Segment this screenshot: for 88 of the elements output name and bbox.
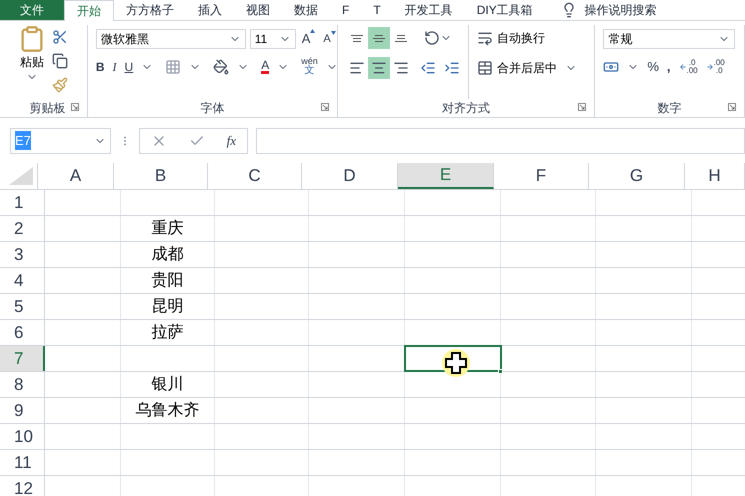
column-header[interactable]: H xyxy=(685,163,745,189)
row-header[interactable]: 9 xyxy=(0,398,45,423)
cell-text: 贵阳 xyxy=(152,270,184,290)
shrink-font-button[interactable]: A xyxy=(321,30,338,48)
row-header[interactable]: 4 xyxy=(0,268,45,293)
group-label: 数字 xyxy=(658,100,682,117)
column-header[interactable]: E xyxy=(398,163,494,189)
increase-indent-icon[interactable] xyxy=(444,60,460,76)
percent-button[interactable]: % xyxy=(647,57,659,76)
row-header[interactable]: 6 xyxy=(0,320,45,345)
ribbon-tab[interactable]: T xyxy=(361,0,393,20)
paste-button[interactable]: 粘贴 xyxy=(16,25,48,99)
dialog-launcher-icon[interactable] xyxy=(578,103,586,111)
cell-text: 银川 xyxy=(152,374,184,394)
wrap-text-icon xyxy=(476,30,493,46)
file-tab[interactable]: 文件 xyxy=(0,0,64,20)
row-header[interactable]: 2 xyxy=(0,216,45,241)
font-size-dropdown[interactable]: 11 xyxy=(250,29,296,49)
ribbon-tab[interactable]: 开发工具 xyxy=(392,0,465,20)
copy-icon[interactable] xyxy=(52,53,68,69)
horizontal-align-button[interactable] xyxy=(368,57,390,79)
ribbon-tab[interactable]: F xyxy=(330,0,362,20)
ribbon-tab[interactable]: 数据 xyxy=(282,0,330,20)
insert-function-button[interactable]: fx xyxy=(226,130,236,150)
down-arrow-icon xyxy=(330,30,336,35)
cell-text: 重庆 xyxy=(152,218,184,238)
group-label: 剪贴板 xyxy=(29,100,66,117)
wrap-text-button[interactable]: 自动换行 xyxy=(476,29,577,47)
phonetic-button[interactable]: wén 文 xyxy=(301,57,318,76)
italic-button[interactable]: I xyxy=(112,58,117,76)
row-header[interactable]: 3 xyxy=(0,242,45,267)
decrease-indent-icon[interactable] xyxy=(420,60,436,76)
ribbon-tab[interactable]: 方方格子 xyxy=(114,0,186,20)
column-header[interactable]: G xyxy=(589,163,685,189)
cut-icon[interactable] xyxy=(52,29,68,45)
grow-font-button[interactable]: A xyxy=(300,29,318,49)
tell-me-search[interactable]: 操作说明搜索 xyxy=(584,1,657,19)
triangle-icon xyxy=(9,167,33,185)
column-header[interactable]: F xyxy=(494,163,589,189)
font-color-button[interactable]: A xyxy=(261,59,270,74)
cell-text: 昆明 xyxy=(152,296,184,316)
increase-decimal-button[interactable]: .0 .00 xyxy=(678,58,698,75)
ribbon-tab[interactable]: 插入 xyxy=(186,0,234,20)
align-icon xyxy=(350,34,363,42)
column-header[interactable]: B xyxy=(114,163,208,189)
number-format-dropdown[interactable]: 常规 xyxy=(603,29,736,49)
orientation-icon[interactable] xyxy=(424,30,440,46)
fill-handle[interactable] xyxy=(498,369,503,374)
decrease-decimal-button[interactable]: .00 .0 xyxy=(706,58,725,75)
align-icon xyxy=(370,60,387,76)
cross-cursor-icon xyxy=(441,348,471,378)
ribbon-tab[interactable]: 视图 xyxy=(234,0,282,20)
cell-text: 拉萨 xyxy=(152,322,184,342)
align-icon xyxy=(392,60,409,76)
font-name-dropdown[interactable]: 微软雅黑 xyxy=(96,29,246,49)
vertical-align-button[interactable] xyxy=(368,27,390,49)
dialog-launcher-icon[interactable] xyxy=(728,103,736,111)
arrow-icon xyxy=(678,62,686,71)
ribbon-tab[interactable]: DIY工具箱 xyxy=(464,0,545,20)
group-label: 对齐方式 xyxy=(442,100,490,117)
row-header[interactable]: 7 xyxy=(0,346,45,371)
column-header[interactable]: A xyxy=(38,163,114,189)
cell-text: 乌鲁木齐 xyxy=(136,400,200,420)
row-header[interactable]: 11 xyxy=(0,450,45,475)
borders-icon[interactable] xyxy=(165,58,182,74)
fill-color-icon[interactable] xyxy=(213,58,230,74)
row-header[interactable]: 1 xyxy=(0,190,45,215)
row-header[interactable]: 12 xyxy=(0,476,45,496)
row-header[interactable]: 10 xyxy=(0,424,45,449)
merge-center-button[interactable]: 合并后居中 xyxy=(476,59,557,77)
ribbon-tab[interactable]: 开始 xyxy=(64,0,114,21)
merge-icon xyxy=(476,60,493,76)
align-icon xyxy=(348,60,365,76)
underline-button[interactable]: U xyxy=(124,58,134,76)
group-label: 字体 xyxy=(200,100,224,117)
up-arrow-icon xyxy=(310,29,316,34)
bold-button[interactable]: B xyxy=(96,58,105,76)
row-header[interactable]: 5 xyxy=(0,294,45,319)
column-header[interactable]: C xyxy=(208,163,302,189)
align-icon xyxy=(394,34,407,42)
dialog-launcher-icon[interactable] xyxy=(320,103,329,111)
comma-button[interactable]: , xyxy=(666,57,670,76)
formula-input[interactable] xyxy=(256,128,745,154)
row-header[interactable]: 8 xyxy=(0,372,45,397)
align-icon xyxy=(372,34,385,42)
dialog-launcher-icon[interactable] xyxy=(70,103,79,111)
arrow-icon xyxy=(706,62,714,71)
cell-text: 成都 xyxy=(152,244,184,264)
